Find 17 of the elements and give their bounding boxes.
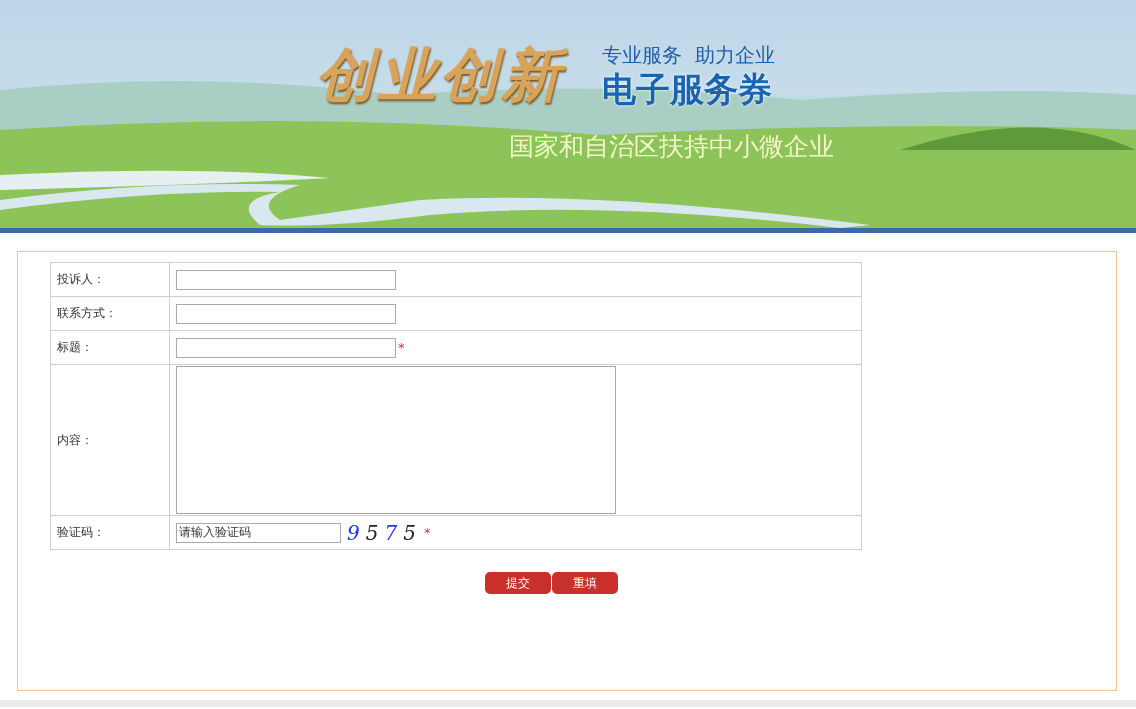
required-mark: * xyxy=(398,340,405,355)
banner-title: 电子服务券 xyxy=(602,68,773,110)
field-label: 投诉人： xyxy=(50,262,170,297)
captcha-input-field[interactable]: 请输入验证码 xyxy=(176,522,341,543)
banner-slogan: 创业创新 xyxy=(312,30,578,120)
field-label: 联系方式： xyxy=(50,296,170,331)
banner-tagline: 专业服务 助力企业 xyxy=(602,42,775,68)
required-mark: * xyxy=(423,525,431,540)
text-input-field[interactable] xyxy=(176,269,396,290)
text-input-field[interactable] xyxy=(176,337,396,358)
field-label: 内容： xyxy=(50,364,170,516)
reset-button[interactable]: 重填 xyxy=(551,572,618,594)
banner-subtitle: 国家和自治区扶持中小微企业 xyxy=(509,132,834,162)
field-label: 验证码： xyxy=(50,515,170,550)
text-input-field[interactable] xyxy=(176,303,396,324)
submit-button[interactable]: 提交 xyxy=(484,572,551,594)
field-label: 标题： xyxy=(50,330,170,365)
